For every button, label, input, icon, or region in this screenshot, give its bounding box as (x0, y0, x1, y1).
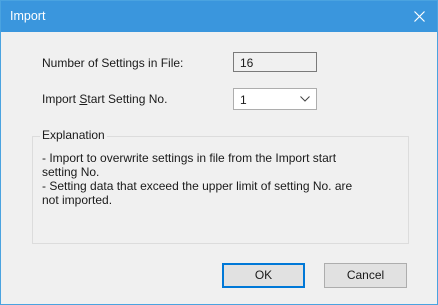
explanation-line: not imported. (42, 193, 113, 207)
chevron-down-icon (300, 96, 310, 102)
settings-count-field: 16 (233, 52, 317, 72)
explanation-title: Explanation (40, 128, 107, 142)
close-icon (413, 11, 425, 22)
explanation-line: - Import to overwrite settings in file f… (42, 151, 337, 165)
explanation-text: - Import to overwrite settings in file f… (42, 151, 392, 207)
start-setting-value: 1 (240, 93, 247, 107)
close-button[interactable] (401, 1, 437, 32)
explanation-line: - Setting data that exceed the upper lim… (42, 179, 353, 193)
start-setting-dropdown[interactable]: 1 (233, 88, 317, 110)
import-dialog: Import Number of Settings in File: 16 Im… (0, 0, 438, 305)
settings-count-label: Number of Settings in File: (42, 56, 184, 70)
ok-button[interactable]: OK (222, 263, 305, 288)
start-setting-label: Import Start Setting No. (42, 92, 167, 106)
explanation-line: setting No. (42, 165, 100, 179)
window-title: Import (10, 9, 46, 23)
start-setting-label-post: tart Setting No. (87, 92, 168, 106)
cancel-button[interactable]: Cancel (324, 263, 407, 288)
start-setting-label-pre: Import (42, 92, 80, 106)
title-bar[interactable]: Import (1, 1, 437, 32)
